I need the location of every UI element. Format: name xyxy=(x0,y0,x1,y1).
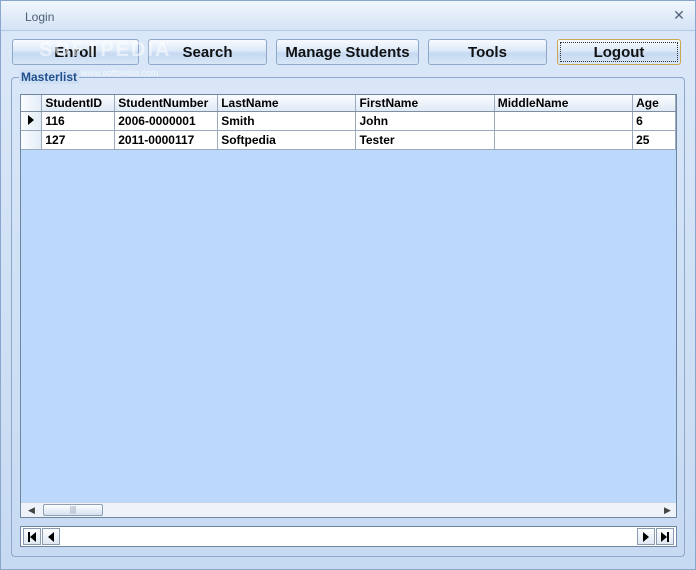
first-record-icon xyxy=(28,531,36,542)
close-icon[interactable]: ✕ xyxy=(671,7,687,23)
cell-middlename[interactable] xyxy=(494,130,634,150)
column-header-age[interactable]: Age xyxy=(632,95,676,112)
cell-studentid[interactable]: 116 xyxy=(41,111,116,131)
horizontal-scrollbar[interactable]: ◀ ||| ▶ xyxy=(21,502,676,517)
last-record-icon xyxy=(661,531,669,542)
next-record-icon xyxy=(643,531,649,542)
record-navigator xyxy=(20,526,677,547)
table-row[interactable]: 127 2011-0000117 Softpedia Tester 25 xyxy=(21,130,676,150)
prev-record-button[interactable] xyxy=(42,528,60,545)
cell-studentnumber[interactable]: 2006-0000001 xyxy=(114,111,219,131)
next-record-button[interactable] xyxy=(637,528,655,545)
row-header[interactable] xyxy=(21,130,43,150)
first-record-button[interactable] xyxy=(23,528,41,545)
cell-age[interactable]: 6 xyxy=(632,111,676,131)
masterlist-grid[interactable]: StudentID StudentNumber LastName FirstNa… xyxy=(20,94,677,518)
cell-firstname[interactable]: John xyxy=(355,111,495,131)
main-window: Login ✕ Enroll Search Manage Students To… xyxy=(0,0,696,570)
row-header[interactable] xyxy=(21,111,43,131)
scroll-right-icon[interactable]: ▶ xyxy=(660,503,675,518)
column-header-studentnumber[interactable]: StudentNumber xyxy=(114,95,219,112)
table-row[interactable]: 116 2006-0000001 Smith John 6 xyxy=(21,111,676,131)
cell-studentid[interactable]: 127 xyxy=(41,130,116,150)
enroll-button[interactable]: Enroll xyxy=(12,39,139,65)
scroll-left-icon[interactable]: ◀ xyxy=(24,503,39,518)
cell-lastname[interactable]: Smith xyxy=(217,111,357,131)
window-title: Login xyxy=(25,10,55,24)
row-header-corner[interactable] xyxy=(21,95,43,112)
cell-lastname[interactable]: Softpedia xyxy=(217,130,357,150)
prev-record-icon xyxy=(48,531,54,542)
last-record-button[interactable] xyxy=(656,528,674,545)
manage-students-button[interactable]: Manage Students xyxy=(276,39,419,65)
cell-studentnumber[interactable]: 2011-0000117 xyxy=(114,130,219,150)
row-pointer-icon xyxy=(28,114,35,125)
tools-button[interactable]: Tools xyxy=(428,39,547,65)
header-row: StudentID StudentNumber LastName FirstNa… xyxy=(21,95,676,112)
masterlist-label: Masterlist xyxy=(19,70,80,84)
logout-button[interactable]: Logout xyxy=(557,39,681,65)
column-header-studentid[interactable]: StudentID xyxy=(41,95,116,112)
cell-firstname[interactable]: Tester xyxy=(355,130,495,150)
title-bar[interactable]: Login ✕ xyxy=(1,1,695,31)
cell-middlename[interactable] xyxy=(494,111,634,131)
masterlist-table: StudentID StudentNumber LastName FirstNa… xyxy=(21,95,676,150)
search-button[interactable]: Search xyxy=(148,39,267,65)
scrollbar-thumb[interactable]: ||| xyxy=(43,504,103,516)
column-header-middlename[interactable]: MiddleName xyxy=(494,95,634,112)
column-header-firstname[interactable]: FirstName xyxy=(355,95,495,112)
column-header-lastname[interactable]: LastName xyxy=(217,95,357,112)
cell-age[interactable]: 25 xyxy=(632,130,676,150)
